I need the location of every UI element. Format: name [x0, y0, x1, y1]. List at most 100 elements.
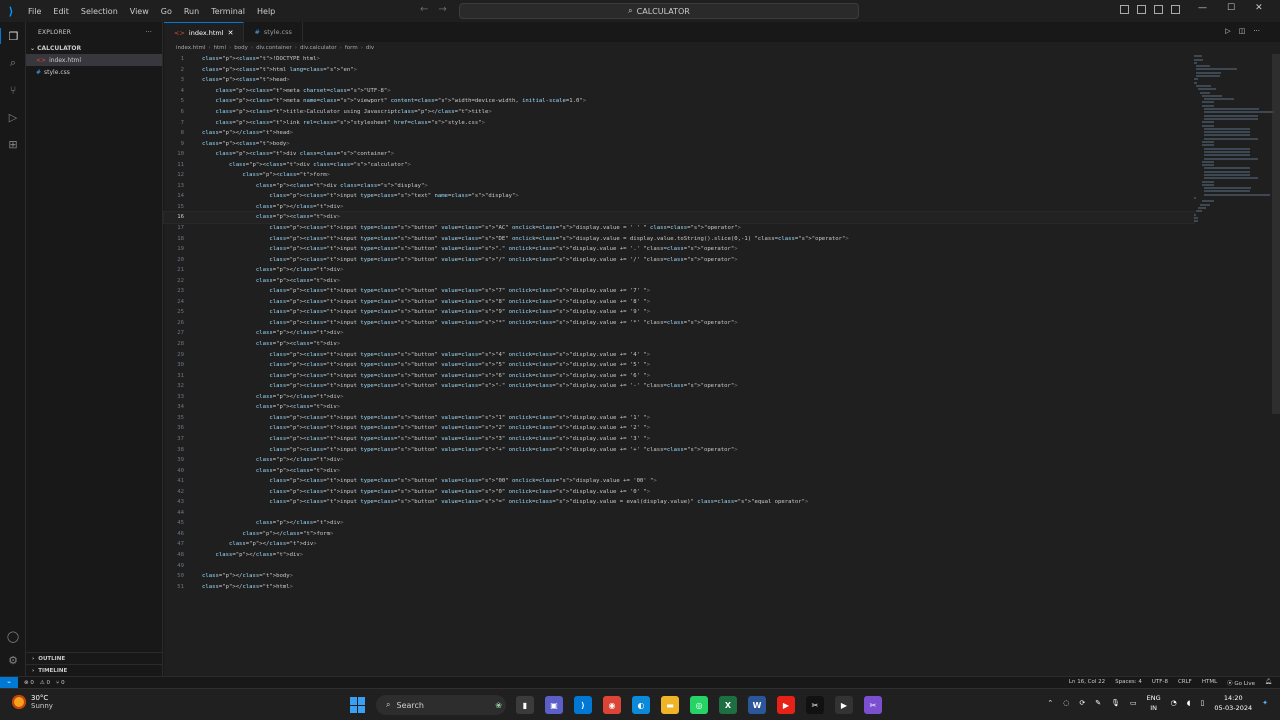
youtube-app-icon[interactable]: ▶	[777, 696, 795, 714]
code-line[interactable]: 45 class="p"></class="t">div>	[164, 518, 1194, 529]
code-line[interactable]: 25 class="p"><class="t">input type=class…	[164, 307, 1194, 318]
capcut-app-icon[interactable]: ✂	[806, 696, 824, 714]
breadcrumb-item[interactable]: div	[366, 45, 374, 51]
weather-widget[interactable]: 30°C Sunny	[12, 694, 53, 710]
code-line[interactable]: 23 class="p"><class="t">input type=class…	[164, 286, 1194, 297]
code-line[interactable]: 18 class="p"><class="t">input type=class…	[164, 233, 1194, 244]
microphone-icon[interactable]: 🎙︎	[1111, 699, 1120, 707]
breadcrumb-item[interactable]: div.calculator	[300, 45, 337, 51]
code-line[interactable]: 43 class="p"><class="t">input type=class…	[164, 497, 1194, 508]
close-icon[interactable]: ✕	[228, 29, 234, 37]
battery-status-icon[interactable]: ▯	[1200, 699, 1204, 707]
code-line[interactable]: 17 class="p"><class="t">input type=class…	[164, 223, 1194, 234]
command-center-search[interactable]: ⌕ CALCULATOR	[459, 3, 859, 19]
word-app-icon[interactable]: W	[748, 696, 766, 714]
split-editor-icon[interactable]: ◫	[1239, 27, 1246, 35]
editor-scrollbar[interactable]	[1272, 54, 1280, 414]
code-line[interactable]: 3 class="p"><class="t">head>	[164, 75, 1194, 86]
menu-item-terminal[interactable]: Terminal	[205, 7, 251, 16]
warnings-count[interactable]: ⚠ 0	[40, 680, 50, 686]
code-line[interactable]: 27 class="p"></class="t">div>	[164, 328, 1194, 339]
battery-icon[interactable]: ▭	[1130, 699, 1137, 707]
code-line[interactable]: 40 class="p"><class="t">div>	[164, 465, 1194, 476]
files-app-icon[interactable]: ▮	[516, 696, 534, 714]
menu-item-edit[interactable]: Edit	[47, 7, 75, 16]
code-line[interactable]: 39 class="p"></class="t">div>	[164, 455, 1194, 466]
explorer-more-icon[interactable]: ···	[146, 29, 152, 36]
indentation[interactable]: Spaces: 4	[1115, 679, 1142, 687]
code-line[interactable]: 35 class="p"><class="t">input type=class…	[164, 413, 1194, 424]
run-debug-icon[interactable]: ▷	[5, 109, 21, 125]
clock[interactable]: 14:20 05-03-2024	[1214, 693, 1252, 713]
tab-index-html[interactable]: <> index.html ✕	[164, 22, 245, 42]
accounts-icon[interactable]: ◯	[5, 628, 21, 644]
toggle-secondary-sidebar-icon[interactable]	[1154, 5, 1163, 14]
code-line[interactable]: 4 class="p"><class="t">meta charset=clas…	[164, 86, 1194, 97]
maximize-button[interactable]: ☐	[1227, 3, 1235, 13]
timeline-section[interactable]: › TIMELINE	[26, 664, 163, 676]
code-line[interactable]: 29 class="p"><class="t">input type=class…	[164, 349, 1194, 360]
code-line[interactable]: 48 class="p"></class="t">div>	[164, 550, 1194, 561]
code-line[interactable]: 41 class="p"><class="t">input type=class…	[164, 476, 1194, 487]
forward-arrow-icon[interactable]: →	[438, 4, 446, 15]
manage-gear-icon[interactable]: ⚙	[5, 652, 21, 668]
code-line[interactable]: 6 class="p"><class="t">title>Calculator …	[164, 107, 1194, 118]
copilot-icon[interactable]: ✦	[1262, 699, 1268, 707]
code-line[interactable]: 14 class="p"><class="t">input type=class…	[164, 191, 1194, 202]
outline-section[interactable]: › OUTLINE	[26, 652, 163, 664]
start-button[interactable]	[350, 697, 366, 713]
go-live-button[interactable]: ⦿ Go Live	[1227, 679, 1255, 687]
code-line[interactable]: 11 class="p"><class="t">div class=class=…	[164, 159, 1194, 170]
encoding[interactable]: UTF-8	[1152, 679, 1168, 687]
code-line[interactable]: 34 class="p"><class="t">div>	[164, 402, 1194, 413]
code-line[interactable]: 46 class="p"></class="t">form>	[164, 529, 1194, 540]
tab-style-css[interactable]: # style.css	[244, 22, 303, 42]
code-line[interactable]: 10 class="p"><class="t">div class=class=…	[164, 149, 1194, 160]
taskbar-search[interactable]: ⌕ Search ❀	[376, 695, 506, 715]
toggle-panel-icon[interactable]	[1137, 5, 1146, 14]
pen-icon[interactable]: ✎	[1095, 699, 1101, 707]
excel-app-icon[interactable]: X	[719, 696, 737, 714]
code-line[interactable]: 20 class="p"><class="t">input type=class…	[164, 254, 1194, 265]
toggle-primary-sidebar-icon[interactable]	[1120, 5, 1129, 14]
search-view-icon[interactable]: ⌕	[5, 55, 21, 71]
file-item[interactable]: <> index.html	[26, 54, 162, 66]
minimap[interactable]	[1194, 54, 1274, 223]
menu-item-go[interactable]: Go	[155, 7, 178, 16]
code-line[interactable]: 9 class="p"><class="t">body>	[164, 138, 1194, 149]
breadcrumb-item[interactable]: index.html	[176, 45, 205, 51]
menu-item-view[interactable]: View	[124, 7, 155, 16]
menu-item-file[interactable]: File	[22, 7, 47, 16]
code-line[interactable]: 13 class="p"><class="t">div class=class=…	[164, 181, 1194, 192]
code-line[interactable]: 2 class="p"><class="t">html lang=class="s…	[164, 65, 1194, 76]
end-of-line[interactable]: CRLF	[1178, 679, 1192, 687]
code-line[interactable]: 31 class="p"><class="t">input type=class…	[164, 370, 1194, 381]
code-line[interactable]: 5 class="p"><class="t">meta name=class="…	[164, 96, 1194, 107]
wifi-icon[interactable]: ◔	[1171, 699, 1177, 707]
code-line[interactable]: 37 class="p"><class="t">input type=class…	[164, 434, 1194, 445]
source-control-icon[interactable]: ⑂	[5, 82, 21, 98]
code-line[interactable]: 50 class="p"></class="t">body>	[164, 571, 1194, 582]
teams-app-icon[interactable]: ▣	[545, 696, 563, 714]
code-line[interactable]: 42 class="p"><class="t">input type=class…	[164, 486, 1194, 497]
code-line[interactable]: 12 class="p"><class="t">form>	[164, 170, 1194, 181]
code-line[interactable]: 15 class="p"></class="t">div>	[164, 202, 1194, 213]
remote-indicator-icon[interactable]: ⌁	[0, 676, 18, 689]
code-line[interactable]: 19 class="p"><class="t">input type=class…	[164, 244, 1194, 255]
whatsapp-app-icon[interactable]: ◎	[690, 696, 708, 714]
code-line[interactable]: 38 class="p"><class="t">input type=class…	[164, 444, 1194, 455]
breadcrumb-item[interactable]: body	[234, 45, 248, 51]
menu-item-selection[interactable]: Selection	[75, 7, 124, 16]
file-explorer-icon[interactable]: ▬	[661, 696, 679, 714]
code-line[interactable]: 47 class="p"></class="t">div>	[164, 539, 1194, 550]
errors-count[interactable]: ⊗ 0	[24, 680, 34, 686]
extensions-icon[interactable]: ⊞	[5, 136, 21, 152]
code-line[interactable]: 51 class="p"></class="t">html>	[164, 581, 1194, 592]
code-line[interactable]: 7 class="p"><class="t">link rel=class="s…	[164, 117, 1194, 128]
media-app-icon[interactable]: ▶	[835, 696, 853, 714]
customize-layout-icon[interactable]	[1171, 5, 1180, 14]
code-line[interactable]: 32 class="p"><class="t">input type=class…	[164, 381, 1194, 392]
code-line[interactable]: 30 class="p"><class="t">input type=class…	[164, 360, 1194, 371]
code-line[interactable]: 49	[164, 560, 1194, 571]
file-item[interactable]: # style.css	[26, 66, 162, 78]
